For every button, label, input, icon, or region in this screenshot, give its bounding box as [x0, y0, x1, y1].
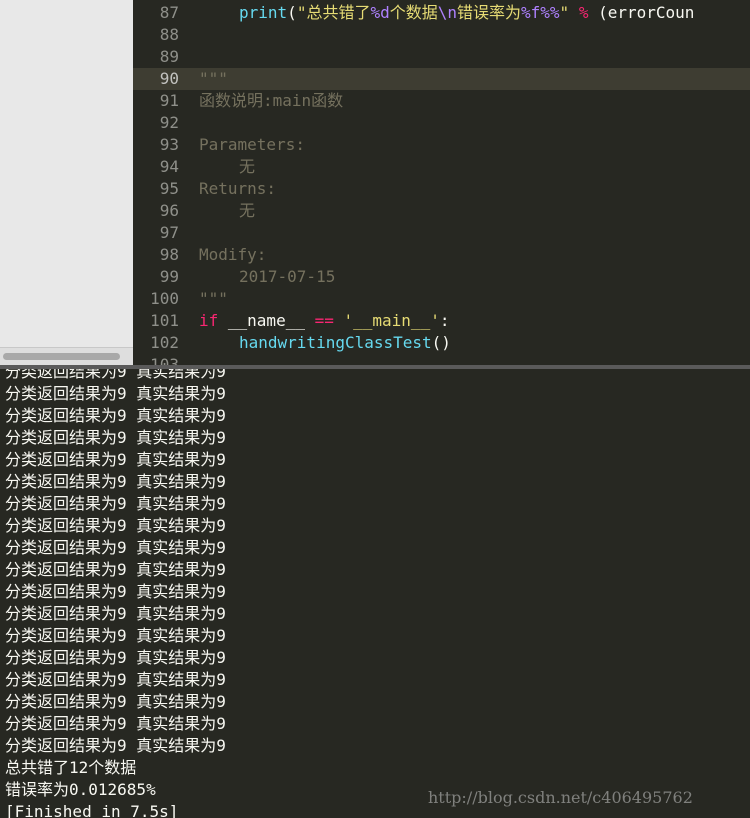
output-line: 分类返回结果为9 真实结果为9: [5, 582, 226, 601]
code-text: Parameters:: [199, 135, 305, 154]
line-number: 102: [150, 333, 179, 352]
scrollbar-thumb[interactable]: [3, 353, 120, 360]
line-number: 90: [159, 69, 179, 88]
output-line: 分类返回结果为9 真实结果为9: [5, 472, 226, 491]
watermark: http://blog.csdn.net/c406495762: [428, 788, 693, 807]
side-panel: [0, 0, 133, 347]
code-line[interactable]: 92: [133, 112, 750, 134]
line-number: 91: [159, 91, 179, 110]
code-text: print("总共错了%d个数据\n错误率为%f%%" % (errorCoun: [239, 3, 695, 22]
output-line: 分类返回结果为9 真实结果为9: [5, 369, 226, 381]
code-text: 无: [239, 201, 256, 220]
line-number: 97: [159, 223, 179, 242]
line-number: 101: [150, 311, 179, 330]
code-line[interactable]: 90 """: [133, 68, 750, 90]
horizontal-scrollbar[interactable]: [0, 347, 133, 366]
output-line: 分类返回结果为9 真实结果为9: [5, 714, 226, 733]
code-line[interactable]: 91 函数说明:main函数: [133, 90, 750, 112]
code-line[interactable]: 99 2017-07-15: [133, 266, 750, 288]
line-number: 96: [159, 201, 179, 220]
build-output-panel: 分类返回结果为9 真实结果为9 分类返回结果为9 真实结果为9 分类返回结果为9 真…: [0, 369, 750, 818]
code-text: 2017-07-15: [239, 267, 336, 286]
line-number: 95: [159, 179, 179, 198]
code-text: handwritingClassTest(): [239, 333, 451, 352]
code-text: """: [199, 69, 228, 88]
output-line: 分类返回结果为9 真实结果为9: [5, 736, 226, 755]
code-text: if __name__ == '__main__':: [199, 311, 450, 330]
code-line[interactable]: 97: [133, 222, 750, 244]
output-line: 分类返回结果为9 真实结果为9: [5, 450, 226, 469]
line-number: 89: [159, 47, 179, 66]
output-line: 分类返回结果为9 真实结果为9: [5, 626, 226, 645]
line-number: 93: [159, 135, 179, 154]
code-text: """: [199, 289, 228, 308]
code-line[interactable]: 95 Returns:: [133, 178, 750, 200]
code-line[interactable]: 100 """: [133, 288, 750, 310]
output-line: 分类返回结果为9 真实结果为9: [5, 560, 226, 579]
output-line: 分类返回结果为9 真实结果为9: [5, 604, 226, 623]
output-line: 分类返回结果为9 真实结果为9: [5, 670, 226, 689]
line-number: 98: [159, 245, 179, 264]
line-number: 92: [159, 113, 179, 132]
code-line[interactable]: 96 无: [133, 200, 750, 222]
output-line: 分类返回结果为9 真实结果为9: [5, 516, 226, 535]
line-number: 94: [159, 157, 179, 176]
code-text: 无: [239, 157, 256, 176]
output-line: 分类返回结果为9 真实结果为9: [5, 648, 226, 667]
output-line: 总共错了12个数据: [5, 758, 137, 777]
output-line: 分类返回结果为9 真实结果为9: [5, 406, 226, 425]
code-line[interactable]: 102 handwritingClassTest(): [133, 332, 750, 354]
line-number: 100: [150, 289, 179, 308]
line-number: 99: [159, 267, 179, 286]
output-line: 分类返回结果为9 真实结果为9: [5, 428, 226, 447]
code-line[interactable]: 103: [133, 354, 750, 365]
code-line[interactable]: 93 Parameters:: [133, 134, 750, 156]
output-line: 分类返回结果为9 真实结果为9: [5, 538, 226, 557]
code-editor[interactable]: 87 print("总共错了%d个数据\n错误率为%f%%" % (errorCo…: [133, 0, 750, 365]
code-line[interactable]: 101 if __name__ == '__main__':: [133, 310, 750, 332]
output-line: 分类返回结果为9 真实结果为9: [5, 494, 226, 513]
code-line[interactable]: 94 无: [133, 156, 750, 178]
code-text: Returns:: [199, 179, 277, 198]
output-line: 错误率为0.012685%: [5, 780, 156, 799]
line-number: 103: [150, 355, 179, 365]
line-number: 88: [159, 25, 179, 44]
line-number: 87: [159, 3, 179, 22]
code-text: Modify:: [199, 245, 267, 264]
code-line[interactable]: 87 print("总共错了%d个数据\n错误率为%f%%" % (errorCo…: [133, 2, 750, 24]
output-line: 分类返回结果为9 真实结果为9: [5, 384, 226, 403]
output-line: [Finished in 7.5s]: [5, 802, 179, 818]
code-line[interactable]: 98 Modify:: [133, 244, 750, 266]
code-line[interactable]: 88: [133, 24, 750, 46]
output-line: 分类返回结果为9 真实结果为9: [5, 692, 226, 711]
code-text: 函数说明:main函数: [199, 91, 344, 110]
code-line[interactable]: 89: [133, 46, 750, 68]
